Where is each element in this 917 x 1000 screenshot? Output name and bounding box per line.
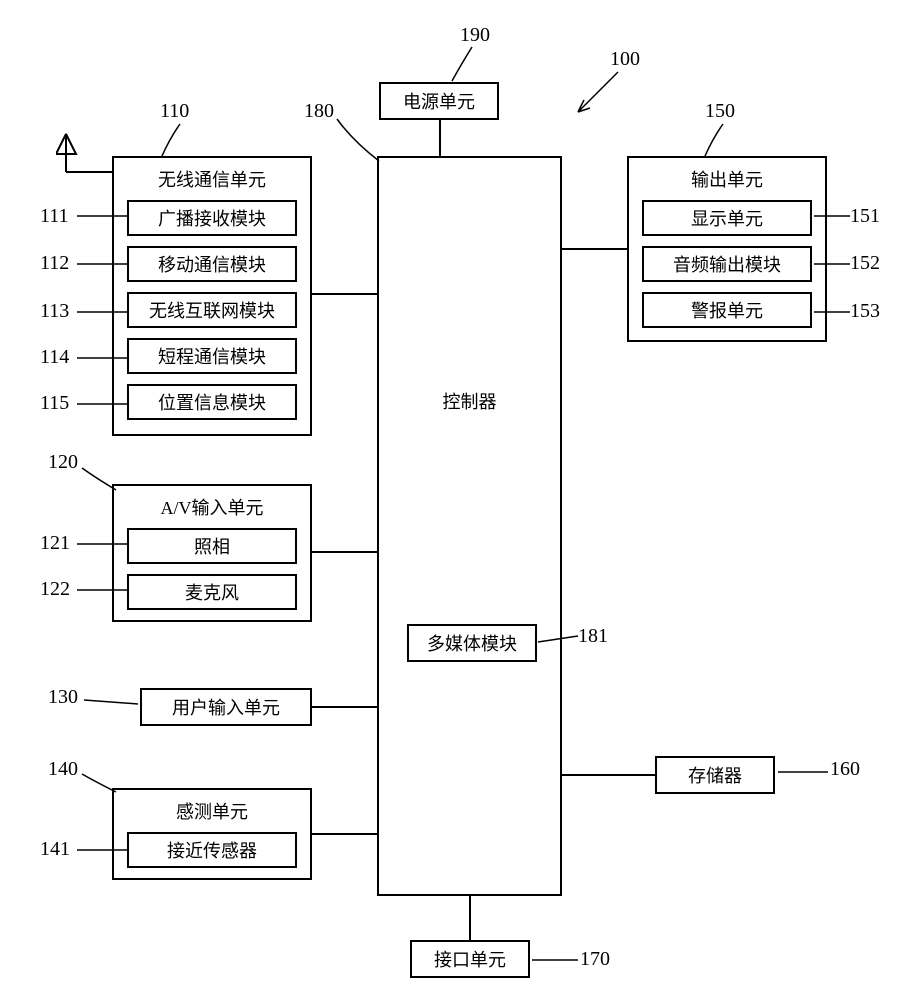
block-diagram: 电源单元 190 100 控制器 多媒体模块 180 181 无线通信单元 广播… [0, 0, 917, 1000]
ref-170: 170 [580, 948, 610, 971]
leader-190 [450, 45, 490, 85]
camera-module: 照相 [127, 528, 297, 564]
conn-controller-memory [562, 773, 658, 779]
leader-141 [75, 844, 130, 856]
ref-112: 112 [40, 252, 69, 275]
av-input-title: A/V输入单元 [161, 494, 264, 520]
controller-label: 控制器 [443, 388, 497, 414]
antenna-icon [56, 130, 116, 180]
ref-121: 121 [40, 532, 70, 555]
conn-sensing-controller [312, 832, 380, 838]
output-title: 输出单元 [691, 166, 763, 192]
leader-181 [536, 632, 581, 647]
ref-151: 151 [850, 205, 880, 228]
controller-unit: 控制器 多媒体模块 [377, 156, 562, 896]
ref-150: 150 [705, 100, 735, 123]
ref-190: 190 [460, 24, 490, 47]
display-unit: 显示单元 [642, 200, 812, 236]
ref-100: 100 [610, 48, 640, 71]
sensing-title: 感测单元 [176, 798, 248, 824]
ref-110: 110 [160, 100, 189, 123]
leader-113 [75, 306, 130, 318]
leader-110 [160, 122, 190, 158]
ref-111: 111 [40, 205, 69, 228]
leader-140 [80, 770, 120, 796]
sensing-unit: 感测单元 接近传感器 [112, 788, 312, 880]
ref-152: 152 [850, 252, 880, 275]
user-input-label: 用户输入单元 [172, 694, 280, 720]
ref-114: 114 [40, 346, 69, 369]
leader-114 [75, 352, 130, 364]
leader-111 [75, 210, 130, 222]
microphone-module: 麦克风 [127, 574, 297, 610]
leader-121 [75, 538, 130, 550]
ref-140: 140 [48, 758, 78, 781]
interface-unit: 接口单元 [410, 940, 530, 978]
broadcast-rx-module: 广播接收模块 [127, 200, 297, 236]
leader-180 [335, 115, 385, 165]
multimedia-label: 多媒体模块 [427, 630, 517, 656]
power-supply-label: 电源单元 [403, 88, 475, 114]
ref-130: 130 [48, 686, 78, 709]
wireless-comm-title: 无线通信单元 [158, 166, 266, 192]
power-supply-unit: 电源单元 [379, 82, 499, 120]
conn-controller-interface [468, 896, 474, 942]
multimedia-module: 多媒体模块 [407, 624, 537, 662]
ref-120: 120 [48, 451, 78, 474]
ref-153: 153 [850, 300, 880, 323]
leader-100-arrow [570, 70, 620, 120]
short-range-module: 短程通信模块 [127, 338, 297, 374]
ref-141: 141 [40, 838, 70, 861]
leader-152 [812, 258, 852, 270]
ref-122: 122 [40, 578, 70, 601]
ref-113: 113 [40, 300, 69, 323]
memory-unit: 存储器 [655, 756, 775, 794]
wireless-comm-unit: 无线通信单元 广播接收模块 移动通信模块 无线互联网模块 短程通信模块 位置信息… [112, 156, 312, 436]
conn-wireless-controller [312, 292, 380, 298]
conn-power-controller [438, 120, 444, 158]
leader-153 [812, 306, 852, 318]
ref-160: 160 [830, 758, 860, 781]
alarm-unit: 警报单元 [642, 292, 812, 328]
leader-115 [75, 398, 130, 410]
conn-userinput-controller [312, 705, 380, 711]
proximity-sensor: 接近传感器 [127, 832, 297, 868]
leader-160 [776, 766, 831, 778]
wireless-internet-module: 无线互联网模块 [127, 292, 297, 328]
leader-122 [75, 584, 130, 596]
ref-180: 180 [304, 100, 334, 123]
leader-170 [530, 954, 580, 966]
leader-112 [75, 258, 130, 270]
memory-label: 存储器 [688, 762, 742, 788]
av-input-unit: A/V输入单元 照相 麦克风 [112, 484, 312, 622]
mobile-comm-module: 移动通信模块 [127, 246, 297, 282]
output-unit: 输出单元 显示单元 音频输出模块 警报单元 [627, 156, 827, 342]
conn-av-controller [312, 550, 380, 556]
ref-115: 115 [40, 392, 69, 415]
conn-controller-output [562, 247, 630, 253]
leader-130 [82, 694, 142, 709]
leader-120 [80, 464, 120, 494]
user-input-unit: 用户输入单元 [140, 688, 312, 726]
ref-181: 181 [578, 625, 608, 648]
interface-label: 接口单元 [434, 946, 506, 972]
location-info-module: 位置信息模块 [127, 384, 297, 420]
audio-output-module: 音频输出模块 [642, 246, 812, 282]
leader-151 [812, 210, 852, 222]
leader-150 [703, 122, 733, 158]
